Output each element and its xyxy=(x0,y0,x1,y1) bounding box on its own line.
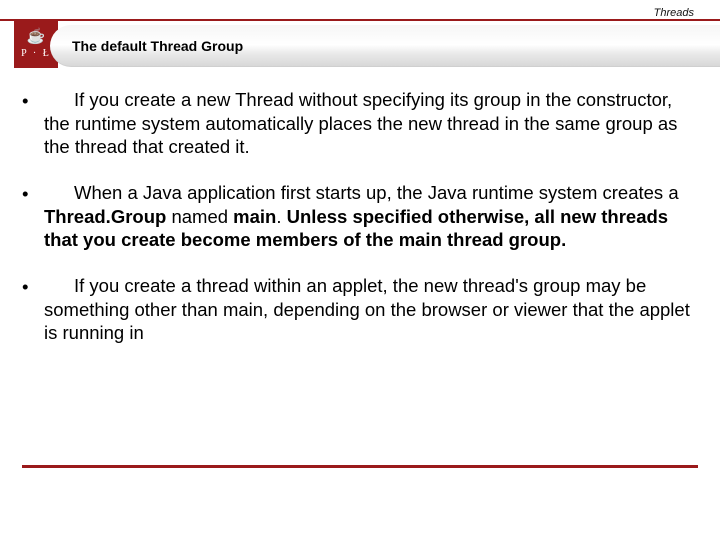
text-run: main xyxy=(233,206,276,227)
logo-bottom-text: P · Ł xyxy=(21,48,51,59)
footer-divider xyxy=(22,465,698,468)
header-divider xyxy=(0,19,720,21)
bullet-marker: • xyxy=(22,274,44,345)
bullet-marker: • xyxy=(22,181,44,252)
logo-top-glyph: ☕ xyxy=(27,29,46,46)
text-run: If you create a thread within an applet,… xyxy=(44,275,690,343)
bullet-text: If you create a new Thread without speci… xyxy=(44,88,698,159)
slide-header: Threads ☕ P · Ł The default Thread Group xyxy=(0,0,720,72)
title-pill: The default Thread Group xyxy=(50,25,720,67)
bullet-item: •If you create a new Thread without spec… xyxy=(22,88,698,159)
text-run: Thread.Group xyxy=(44,206,166,227)
bullet-item: • When a Java application first starts up… xyxy=(22,181,698,252)
bullet-text: If you create a thread within an applet,… xyxy=(44,274,698,345)
text-run: When a Java application first starts up,… xyxy=(74,182,679,203)
slide-title: The default Thread Group xyxy=(72,38,243,54)
bullet-text: When a Java application first starts up,… xyxy=(44,181,698,252)
bullet-marker: • xyxy=(22,88,44,159)
slide-body: •If you create a new Thread without spec… xyxy=(0,72,720,345)
bullet-item: •If you create a thread within an applet… xyxy=(22,274,698,345)
text-run: named xyxy=(166,206,233,227)
text-run: If you create a new Thread without speci… xyxy=(44,89,677,157)
section-label: Threads xyxy=(654,7,694,19)
text-run: . xyxy=(276,206,286,227)
